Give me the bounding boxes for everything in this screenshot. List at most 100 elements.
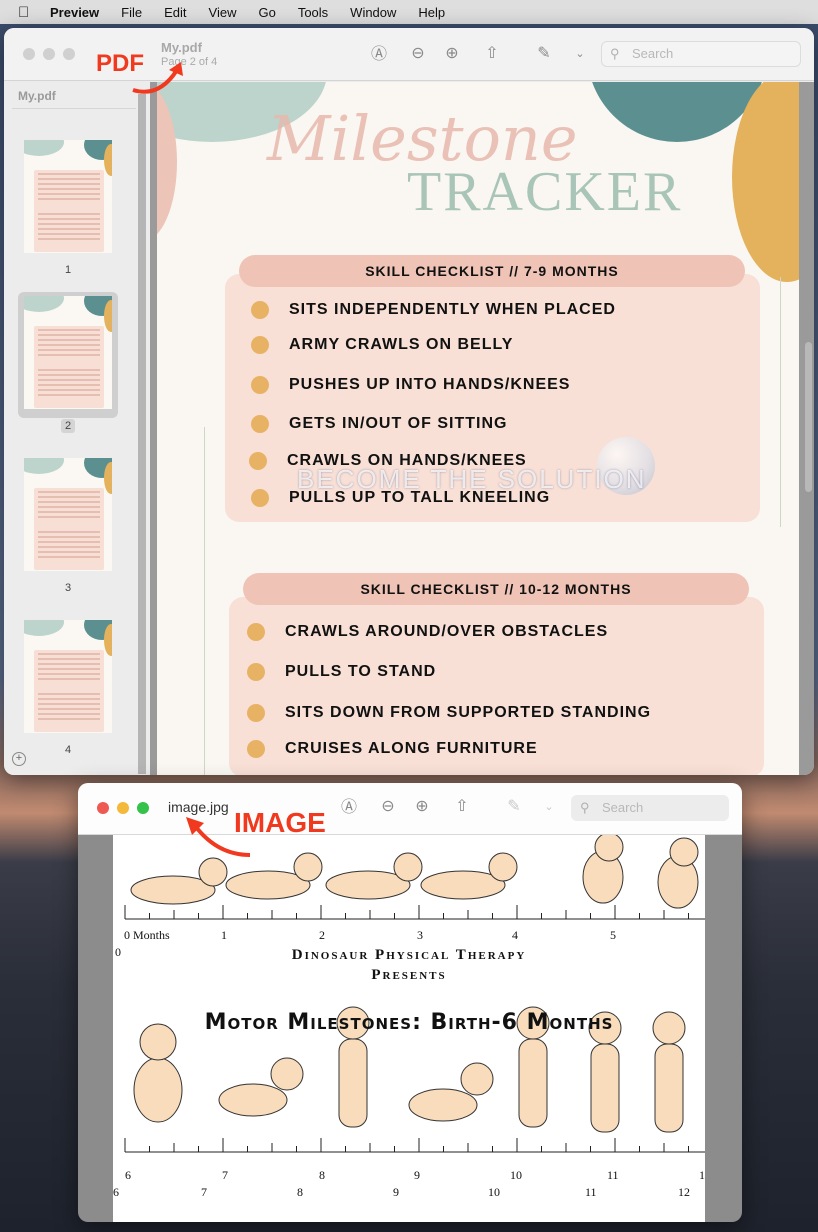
page-thumbnail[interactable] (18, 616, 118, 742)
checklist-item-label: ARMY CRAWLS ON BELLY (289, 336, 514, 353)
thumb-section (34, 528, 104, 570)
search-input[interactable]: ⚲ Search (601, 41, 801, 67)
menu-bar:  Preview File Edit View Go Tools Window… (0, 0, 818, 24)
share-icon[interactable]: ⇧ (481, 43, 503, 65)
ruler-label: 11 (585, 1185, 597, 1199)
zoom-in-icon[interactable]: ⊕ (411, 796, 433, 818)
bullet-icon[interactable] (251, 301, 269, 319)
bullet-icon[interactable] (247, 704, 265, 722)
window-controls (23, 48, 75, 60)
ruler-label: 9 (393, 1185, 399, 1199)
annotation-arrow-icon (132, 62, 183, 94)
document-scrollbar[interactable] (805, 342, 812, 492)
bullet-icon[interactable] (251, 336, 269, 354)
page-number: 2 (60, 419, 76, 433)
baby-head (393, 852, 423, 882)
chevron-down-icon[interactable]: ⌄ (538, 796, 560, 818)
baby-head (270, 1057, 304, 1091)
menu-tools[interactable]: Tools (298, 5, 328, 20)
ruler-label: 4 (512, 928, 518, 942)
page-number: 3 (64, 582, 72, 594)
checklist-item-label: PULLS TO STAND (285, 663, 437, 680)
page-number-label: 4 (18, 744, 118, 756)
checklist-item: PULLS TO STAND (247, 663, 436, 681)
zoom-button[interactable] (137, 802, 149, 814)
ruler-label: 8 (319, 1168, 325, 1182)
close-button[interactable] (97, 802, 109, 814)
divider (12, 108, 136, 109)
image-heading: Motor Milestones: Birth-6 Months (204, 1010, 614, 1035)
document-view: Milestone TRACKER SKILL CHECKLIST // 7-9… (150, 82, 814, 775)
menu-go[interactable]: Go (258, 5, 275, 20)
close-button[interactable] (23, 48, 35, 60)
baby-body (518, 1038, 548, 1128)
ruler-label: 10 (510, 1168, 522, 1182)
checklist-item: ARMY CRAWLS ON BELLY (251, 336, 513, 354)
baby-head (293, 852, 323, 882)
thumb-section (34, 650, 104, 692)
bullet-icon[interactable] (251, 489, 269, 507)
menu-file[interactable]: File (121, 5, 142, 20)
menu-window[interactable]: Window (350, 5, 396, 20)
page-thumbnail[interactable] (18, 454, 118, 580)
page-thumbnail[interactable] (18, 136, 118, 262)
bullet-icon[interactable] (251, 415, 269, 433)
baby-body (590, 1043, 620, 1133)
sidebar-title: My.pdf (18, 89, 56, 103)
minimize-button[interactable] (43, 48, 55, 60)
menu-edit[interactable]: Edit (164, 5, 186, 20)
menu-view[interactable]: View (209, 5, 237, 20)
menu-preview[interactable]: Preview (50, 5, 99, 20)
zoom-in-icon[interactable]: ⊕ (441, 43, 463, 65)
section-heading: SKILL CHECKLIST // 7-9 MONTHS (239, 255, 745, 287)
checklist-item: PUSHES UP INTO HANDS/KNEES (251, 376, 570, 394)
ruler-label: 7 (222, 1168, 228, 1182)
baby-body (338, 1038, 368, 1128)
share-icon[interactable]: ⇧ (451, 796, 473, 818)
zoom-out-icon[interactable]: ⊖ (407, 43, 429, 65)
ruler-label: 11 (607, 1168, 619, 1182)
highlight-pen-icon[interactable]: ✎ (533, 43, 555, 65)
ruler-label: 1 (221, 928, 227, 942)
zoom-button[interactable] (63, 48, 75, 60)
bullet-icon[interactable] (247, 663, 265, 681)
highlight-pen-icon[interactable]: ✎ (503, 796, 525, 818)
ruler-label: 0 Months (124, 928, 170, 942)
bullet-icon[interactable] (249, 452, 267, 470)
ruler-label: 9 (414, 1168, 420, 1182)
bullet-icon[interactable] (247, 623, 265, 641)
title-main: TRACKER (407, 161, 683, 223)
sidebar-scrollbar[interactable] (138, 94, 146, 774)
baby-head (488, 852, 518, 882)
baby-head (460, 1062, 494, 1096)
caption-line-2: Presents (371, 967, 447, 983)
caption-line-1: Dinosaur Physical Therapy (291, 947, 527, 963)
ruler-label: 2 (319, 928, 325, 942)
page-thumbnail[interactable] (18, 292, 118, 418)
apple-menu-icon[interactable]:  (18, 5, 33, 20)
markup-icon[interactable]: Ⓐ (368, 44, 390, 66)
checklist-item: CRAWLS AROUND/OVER OBSTACLES (247, 623, 608, 641)
markup-icon[interactable]: Ⓐ (338, 797, 360, 819)
annotation-arrow-icon (186, 817, 251, 857)
section-heading: SKILL CHECKLIST // 10-12 MONTHS (243, 573, 749, 605)
watermark: BECOME THE SOLUTION (297, 464, 647, 494)
bullet-icon[interactable] (247, 740, 265, 758)
minimize-button[interactable] (117, 802, 129, 814)
baby-body (408, 1088, 478, 1122)
pdf-preview-window: My.pdf Page 2 of 4 Ⓐ ⊖ ⊕ ⇧ ✎ ⌄ ⚲ Search M… (4, 28, 814, 775)
page-number: 1 (64, 264, 72, 276)
baby-body (218, 1083, 288, 1117)
page-number-label: 1 (18, 264, 118, 276)
add-page-icon[interactable]: + (12, 752, 26, 766)
menu-help[interactable]: Help (418, 5, 445, 20)
search-input[interactable]: ⚲ Search (571, 795, 729, 821)
baby-body (654, 1043, 684, 1133)
checklist-item: SITS INDEPENDENTLY WHEN PLACED (251, 301, 616, 319)
checklist-item-label: SITS INDEPENDENTLY WHEN PLACED (289, 301, 616, 318)
zoom-out-icon[interactable]: ⊖ (377, 796, 399, 818)
ruler-label: 5 (610, 928, 616, 942)
chevron-down-icon[interactable]: ⌄ (569, 43, 591, 65)
baby-head (669, 837, 699, 867)
bullet-icon[interactable] (251, 376, 269, 394)
